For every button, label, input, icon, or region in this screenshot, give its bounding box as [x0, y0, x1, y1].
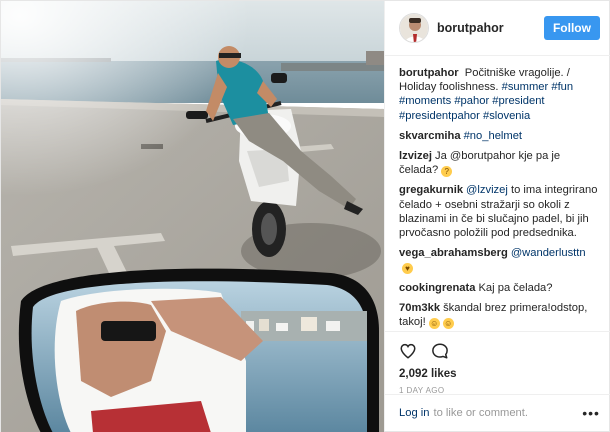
post-photo[interactable] [1, 1, 384, 432]
comments-container: skvarcmiha #no_helmet lzvizej Ja @borutpaho… [399, 129, 600, 331]
login-prompt: to like or comment. [433, 407, 528, 419]
comment-item: skvarcmiha #no_helmet [399, 129, 600, 143]
follow-button[interactable]: Follow [543, 16, 600, 40]
login-bar: Log in to like or comment. ••• [385, 394, 610, 431]
post-header: borutpahor Follow [385, 1, 610, 56]
action-icons [399, 340, 600, 362]
comment-username[interactable]: gregakurnik [399, 184, 463, 196]
header-username[interactable]: borutpahor [437, 21, 504, 35]
comment-username[interactable]: 70m3kk [399, 302, 440, 314]
login-link[interactable]: Log in [399, 407, 429, 419]
comment-item: cookingrenata Kaj pa čelada? [399, 281, 600, 295]
ellipsis-icon[interactable]: ••• [582, 405, 600, 421]
comment-username[interactable]: cookingrenata [399, 282, 475, 294]
comment-list: borutpahor Počitniške vragolije. / Holid… [385, 56, 610, 331]
comment-text: Kaj pa čelada? [478, 281, 553, 294]
laughing-emoji-icon: ☺ [442, 318, 454, 330]
avatar[interactable] [399, 13, 429, 43]
comment-mention[interactable]: @wanderlusttn [511, 247, 586, 259]
heart-icon[interactable] [399, 342, 417, 360]
comment-username[interactable]: vega_abrahamsberg [399, 247, 508, 259]
caption: borutpahor Počitniške vragolije. / Holid… [399, 66, 600, 123]
instagram-post: borutpahor Follow borutpahor Počitniške … [0, 0, 610, 432]
comment-mention[interactable]: @lzvizej [466, 184, 508, 196]
comment-hashtag[interactable]: #no_helmet [464, 130, 522, 142]
comment-item: gregakurnik @lzvizej to ima integrirano č… [399, 183, 600, 240]
comment-bubble-icon[interactable] [431, 342, 449, 360]
comment-username[interactable]: skvarcmiha [399, 130, 461, 142]
caption-username[interactable]: borutpahor [399, 67, 459, 79]
laughing-emoji-icon: ☺ [428, 318, 440, 330]
like-count[interactable]: 2,092 likes [399, 368, 600, 380]
photo-scene [1, 1, 384, 432]
comment-username[interactable]: lzvizej [399, 150, 432, 162]
thinking-emoji-icon: ? [441, 166, 453, 178]
heart-eyes-emoji-icon: ♥ [402, 263, 413, 275]
post-side-panel: borutpahor Follow borutpahor Počitniške … [384, 1, 610, 431]
comment-item: lzvizej Ja @borutpahor kje pa je čelada?? [399, 149, 600, 178]
comment-item: vega_abrahamsberg @wanderlusttn ♥ [399, 246, 600, 275]
avatar-image [400, 14, 428, 42]
comment-item: 70m3kk škandal brez primera!odstop, takoj… [399, 301, 600, 330]
